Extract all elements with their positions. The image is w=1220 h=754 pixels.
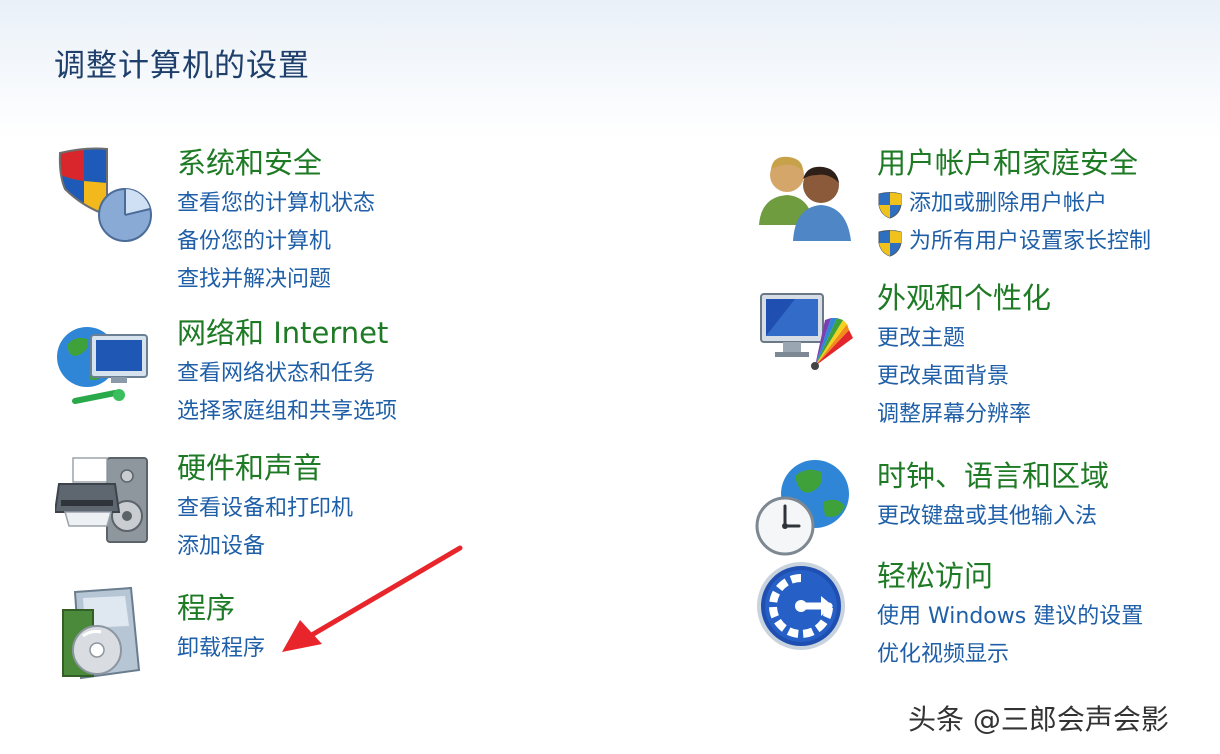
printer-icon[interactable] — [55, 450, 155, 550]
category-clock-language-region: 时钟、语言和区域 更改键盘或其他输入法 — [755, 458, 1215, 558]
category-user-accounts: 用户帐户和家庭安全 添加或删除用户帐户 为所有用户设置家长控制 — [755, 145, 1215, 265]
accessibility-icon[interactable] — [755, 558, 855, 658]
link-change-desktop-background[interactable]: 更改桌面背景 — [877, 358, 1031, 396]
link-homegroup-sharing[interactable]: 选择家庭组和共享选项 — [177, 393, 397, 431]
network-globe-icon[interactable] — [55, 315, 155, 415]
link-windows-recommended-settings[interactable]: 使用 Windows 建议的设置 — [877, 598, 1143, 636]
uac-shield-icon — [878, 230, 902, 257]
category-title-programs[interactable]: 程序 — [177, 590, 235, 626]
link-change-theme[interactable]: 更改主题 — [877, 320, 1031, 358]
link-adjust-resolution[interactable]: 调整屏幕分辨率 — [877, 396, 1031, 434]
link-add-remove-accounts[interactable]: 添加或删除用户帐户 — [877, 185, 1151, 223]
category-system-security: 系统和安全 查看您的计算机状态 备份您的计算机 查找并解决问题 — [55, 145, 535, 305]
link-find-fix-problems[interactable]: 查找并解决问题 — [177, 261, 375, 299]
shield-icon[interactable] — [55, 145, 155, 245]
category-title-network-internet[interactable]: 网络和 Internet — [177, 315, 388, 351]
category-title-hardware-sound[interactable]: 硬件和声音 — [177, 450, 322, 486]
page-title: 调整计算机的设置 — [54, 48, 310, 84]
link-change-keyboard-input[interactable]: 更改键盘或其他输入法 — [877, 498, 1097, 536]
annotation-arrow — [282, 545, 463, 652]
link-view-devices-printers[interactable]: 查看设备和打印机 — [177, 490, 353, 528]
watermark: 头条 @三郎会声会影 — [908, 703, 1169, 736]
programs-disc-icon[interactable] — [55, 586, 155, 686]
uac-shield-icon — [878, 192, 902, 219]
link-parental-controls-label: 为所有用户设置家长控制 — [909, 229, 1152, 254]
link-view-computer-status[interactable]: 查看您的计算机状态 — [177, 185, 375, 223]
category-title-user-accounts[interactable]: 用户帐户和家庭安全 — [877, 145, 1138, 181]
link-backup-computer[interactable]: 备份您的计算机 — [177, 223, 375, 261]
category-title-system-security[interactable]: 系统和安全 — [177, 145, 322, 181]
category-appearance: 外观和个性化 更改主题 更改桌面背景 调整屏幕分辨率 — [755, 280, 1215, 427]
monitor-palette-icon[interactable] — [755, 280, 855, 380]
category-network-internet: 网络和 Internet 查看网络状态和任务 选择家庭组和共享选项 — [55, 315, 535, 435]
clock-globe-icon[interactable] — [755, 458, 855, 558]
category-title-clock-language-region[interactable]: 时钟、语言和区域 — [877, 458, 1109, 494]
link-uninstall-program[interactable]: 卸载程序 — [177, 630, 265, 668]
link-optimize-display[interactable]: 优化视频显示 — [877, 636, 1143, 674]
users-icon[interactable] — [755, 145, 855, 245]
category-title-ease-of-access[interactable]: 轻松访问 — [877, 558, 993, 594]
category-title-appearance[interactable]: 外观和个性化 — [877, 280, 1051, 316]
link-view-network-status[interactable]: 查看网络状态和任务 — [177, 355, 397, 393]
link-add-remove-accounts-label: 添加或删除用户帐户 — [909, 191, 1108, 216]
category-ease-of-access: 轻松访问 使用 Windows 建议的设置 优化视频显示 — [755, 558, 1215, 678]
link-parental-controls[interactable]: 为所有用户设置家长控制 — [877, 223, 1151, 261]
